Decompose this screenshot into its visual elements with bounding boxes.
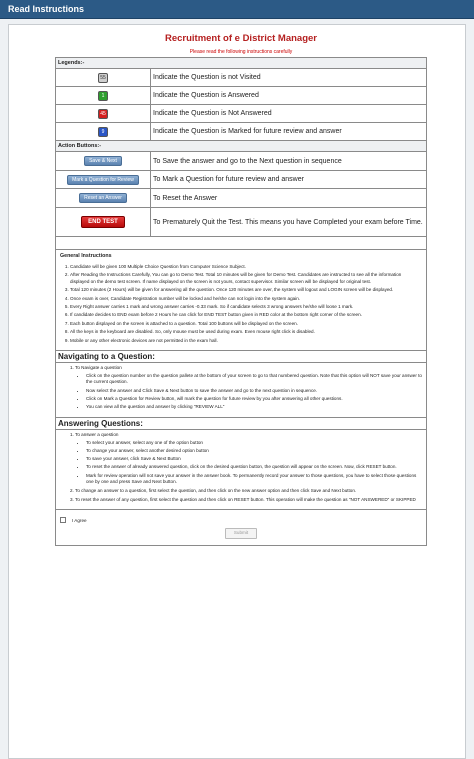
list-item: Click on Mark a Question for Review butt… xyxy=(86,396,422,403)
legend-row: 9 Indicate the Question is Marked for fut… xyxy=(56,122,426,140)
agree-label: I Agree xyxy=(72,517,87,523)
general-list: Candidate will be given 100 Multiple Cho… xyxy=(60,264,422,345)
general-heading: General Instructions xyxy=(60,253,112,259)
legend-row: 1 Indicate the Question is Answered xyxy=(56,86,426,104)
submit-button[interactable]: Submit xyxy=(225,528,257,540)
status-badge: 1 xyxy=(98,90,108,101)
action-button-cell: Reset an Answer xyxy=(56,189,151,207)
action-row: Mark a Question for Review To Mark a Ques… xyxy=(56,170,426,188)
general-item: Total 120 minutes (2 Hours) will be give… xyxy=(70,287,422,294)
window-title: Read Instructions xyxy=(0,0,474,19)
status-badge: 9 xyxy=(98,126,108,137)
legend-list: 55 Indicate the Question is not Visited 1 I… xyxy=(56,68,426,140)
general-item: After Reading the Instructions Carefully… xyxy=(70,272,422,285)
navigating-section: 1. To Navigate a question Click on the q… xyxy=(56,363,426,417)
list-item: To select your answer, select any one of… xyxy=(86,440,422,447)
navigating-intro: 1. To Navigate a question xyxy=(70,364,122,370)
general-item: Candidate will be given 100 Multiple Cho… xyxy=(70,264,422,271)
action-label: To Save the answer and go to the Next qu… xyxy=(153,157,342,165)
general-item: Every Right answer carries 1 mark and wr… xyxy=(70,304,422,311)
answering-section: 1. To answer a question To select your a… xyxy=(56,430,426,509)
list-item: To reset the answer of already answered … xyxy=(86,464,422,471)
action-buttons-heading: Action Buttons:- xyxy=(56,140,426,151)
answering-point-2: 2. To change an answer to a question, fi… xyxy=(70,488,357,494)
status-badge: 45 xyxy=(98,108,108,119)
legend-row: 45 Indicate the Question is Not Answered xyxy=(56,104,426,122)
save-next-button[interactable]: Save & Next xyxy=(84,156,122,166)
answering-heading: Answering Questions: xyxy=(56,417,426,431)
end-test-button[interactable]: END TEST xyxy=(81,216,125,228)
list-item: To change your answer, select another de… xyxy=(86,448,422,455)
action-row: Save & Next To Save the answer and go to … xyxy=(56,151,426,170)
general-item: Each button displayed on the screen is a… xyxy=(70,321,422,328)
action-button-cell: Mark a Question for Review xyxy=(56,171,151,188)
reset-answer-button[interactable]: Reset an Answer xyxy=(79,193,127,203)
action-label: To Prematurely Quit the Test. This means… xyxy=(153,218,423,226)
legends-heading: Legends:- xyxy=(56,58,426,68)
legend-label: Indicate the Question is Not Answered xyxy=(153,110,272,117)
action-list: Save & Next To Save the answer and go to … xyxy=(56,151,426,236)
legend-badge-cell: 45 xyxy=(56,105,151,122)
list-item: Click on the question number on the ques… xyxy=(86,373,422,386)
action-row: END TEST To Prematurely Quit the Test. Th… xyxy=(56,207,426,236)
status-badge: 55 xyxy=(98,72,108,83)
list-item: To save your answer, click Save & Next B… xyxy=(86,456,422,463)
list-item: You can view all the question and answer… xyxy=(86,404,422,411)
general-instructions: General Instructions Candidate will be g… xyxy=(56,249,426,350)
legend-badge-cell: 9 xyxy=(56,123,151,140)
list-item: Mark for review operation will not save … xyxy=(86,473,422,486)
action-button-cell: END TEST xyxy=(56,208,151,236)
navigating-heading: Navigating to a Question: xyxy=(56,349,426,363)
answering-list: To select your answer, select any one of… xyxy=(74,440,422,486)
legend-badge-cell: 55 xyxy=(56,69,151,86)
legend-row: 55 Indicate the Question is not Visited xyxy=(56,68,426,86)
general-item: All the keys in the keyboard are disable… xyxy=(70,329,422,336)
answering-intro: 1. To answer a question xyxy=(70,432,119,438)
notice-text: Please read the following instructions c… xyxy=(189,49,293,55)
action-label: To Mark a Question for future review and… xyxy=(153,176,304,183)
agree-row: I Agree xyxy=(60,515,422,525)
legend-label: Indicate the Question is not Visited xyxy=(153,74,261,81)
agree-checkbox[interactable] xyxy=(60,517,66,524)
general-item: Mobile or any other electronic devices a… xyxy=(70,338,422,345)
mark-review-button[interactable]: Mark a Question for Review xyxy=(67,174,139,185)
general-item: Once exam is over, Candidate Registratio… xyxy=(70,296,422,303)
instructions-content: Recruitment of e District Manager Please… xyxy=(55,33,427,547)
general-item: If candidate decides to END exam before … xyxy=(70,312,422,319)
action-button-cell: Save & Next xyxy=(56,152,151,170)
navigating-list: Click on the question number on the ques… xyxy=(74,373,422,411)
action-row: Reset an Answer To Reset the Answer xyxy=(56,188,426,207)
legend-label: Indicate the Question is Answered xyxy=(153,92,259,99)
action-label: To Reset the Answer xyxy=(153,194,218,202)
legend-label: Indicate the Question is Marked for futu… xyxy=(153,128,342,135)
list-item: Now select the answer and Click Save & N… xyxy=(86,388,422,395)
page-title: Recruitment of e District Manager xyxy=(164,33,318,44)
legend-badge-cell: 1 xyxy=(56,87,151,104)
answering-point-3: 3. To reset the answer of any question, … xyxy=(70,496,416,502)
instructions-panel: Recruitment of e District Manager Please… xyxy=(8,24,466,759)
instructions-table: Legends:- 55 Indicate the Question is not… xyxy=(55,57,427,547)
